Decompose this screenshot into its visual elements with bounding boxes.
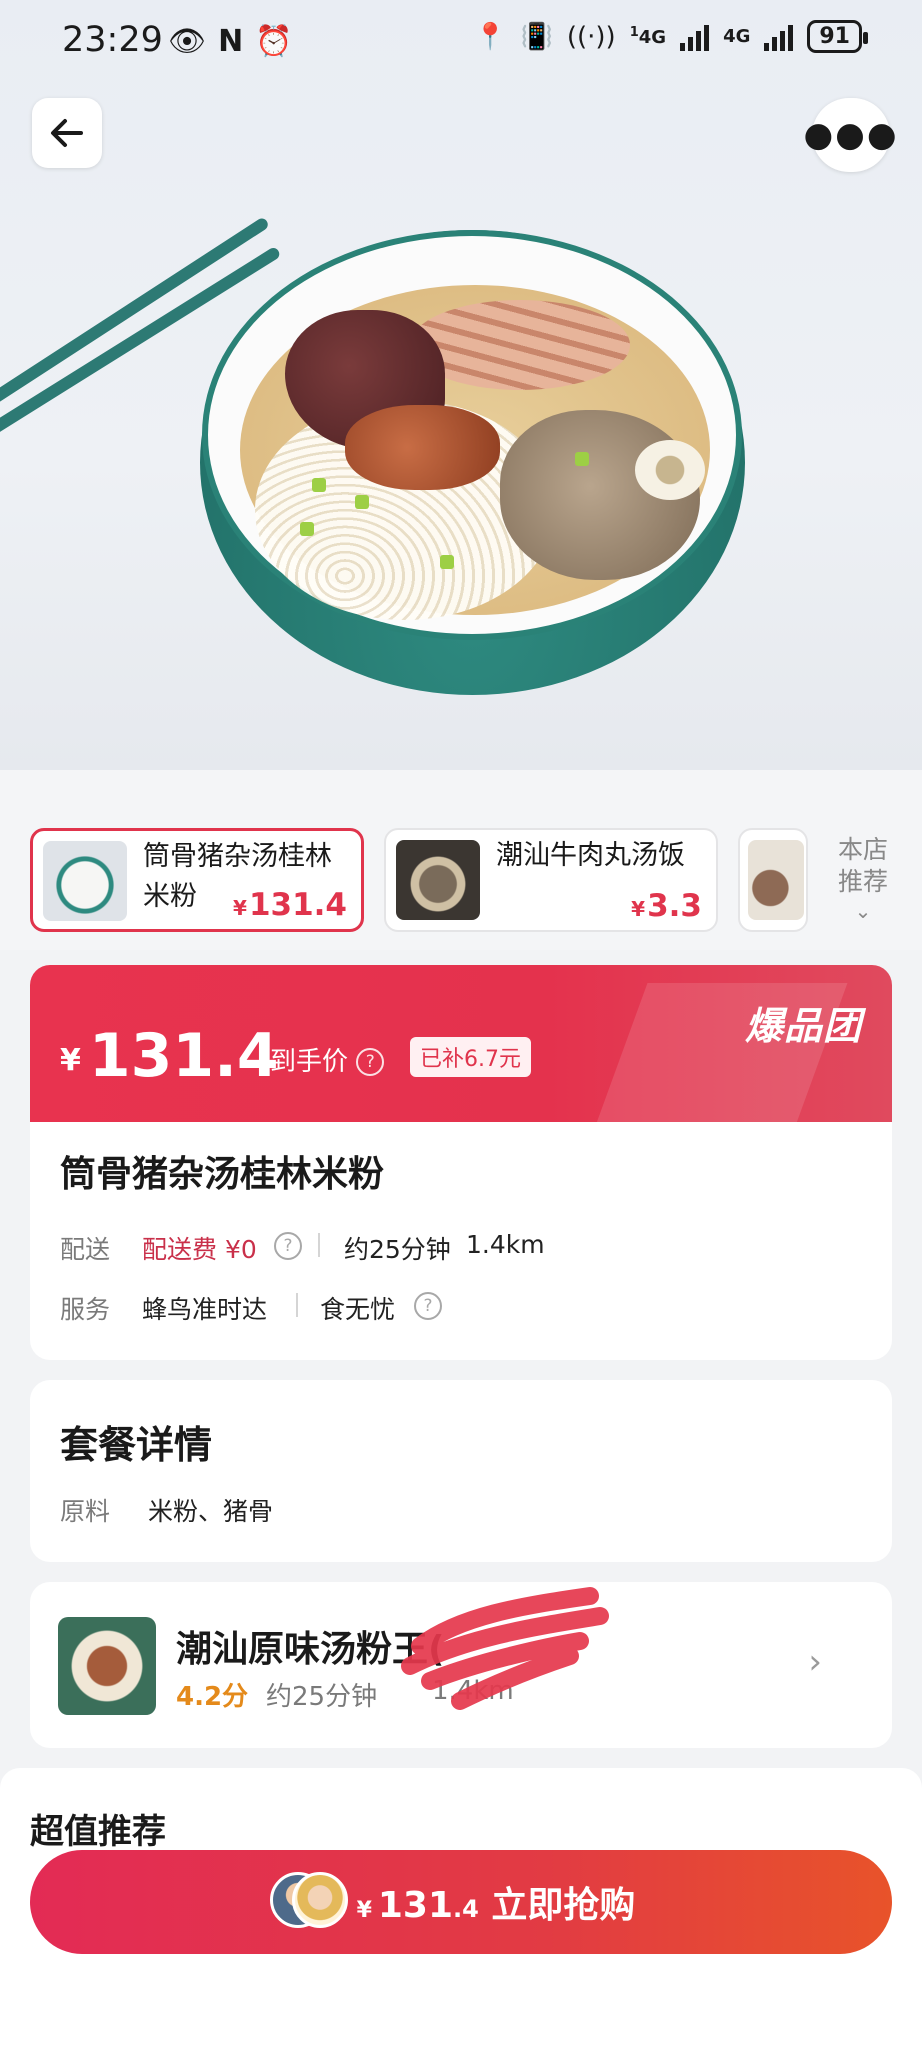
scallion <box>440 555 454 569</box>
delivery-distance: 1.4km <box>466 1230 545 1259</box>
product-thumbnail <box>43 841 127 921</box>
status-icons-right: 📍 📳 ((·)) 14G 4G 91 <box>474 20 868 53</box>
divider <box>318 1233 320 1257</box>
ingredients-value: 米粉、猪骨 <box>148 1497 274 1526</box>
buyer-avatars <box>270 1872 350 1932</box>
ingredients-label: 原料 <box>60 1497 111 1526</box>
shop-thumbnail <box>58 1617 156 1715</box>
divider <box>296 1293 298 1317</box>
nfc-icon: N <box>218 24 244 59</box>
price-label: 到手价 ? <box>270 1041 385 1078</box>
back-button[interactable] <box>32 98 102 168</box>
vibrate-icon: 📳 <box>520 21 553 52</box>
bone <box>635 440 705 500</box>
shop-rating: 4.2分 <box>176 1682 249 1712</box>
service-item: 食无忧 <box>320 1295 396 1324</box>
product-card[interactable] <box>738 828 808 932</box>
product-price: ¥131.4 <box>233 887 347 923</box>
brand-logo: 爆品团 <box>744 1004 862 1048</box>
delivery-fee: 配送费 ¥0 <box>142 1235 257 1264</box>
chevron-down-icon: ⌄ <box>854 899 872 923</box>
scallion <box>312 478 326 492</box>
clock: 23:29 <box>62 20 163 60</box>
price-card: ¥131.4 到手价 ? 已补6.7元 爆品团 筒骨猪杂汤桂林米粉 配送 配送费… <box>30 965 892 1360</box>
shop-delivery-time: 约25分钟 <box>266 1682 378 1712</box>
recommend-title: 超值推荐 <box>30 1812 166 1852</box>
help-icon[interactable]: ? <box>414 1292 442 1320</box>
price-banner: ¥131.4 到手价 ? 已补6.7元 爆品团 <box>30 965 892 1123</box>
avatar <box>292 1872 348 1928</box>
scallion <box>355 495 369 509</box>
service-item: 蜂鸟准时达 <box>142 1295 268 1324</box>
scallion <box>575 452 589 466</box>
hotspot-icon: ((·)) <box>566 21 616 52</box>
status-icons-left: 👁 N ⏰ <box>168 24 293 59</box>
help-icon[interactable]: ? <box>356 1048 385 1076</box>
delivery-time: 约25分钟 <box>344 1235 451 1264</box>
service-label: 服务 <box>60 1295 111 1324</box>
store-recommend-label: 本店推荐 <box>837 835 888 896</box>
scallion <box>300 522 314 536</box>
combo-details-card: 套餐详情 原料 米粉、猪骨 <box>30 1380 892 1562</box>
deal-price: ¥131.4 <box>60 1021 279 1091</box>
delivery-label: 配送 <box>60 1235 111 1264</box>
dish-title: 筒骨猪杂汤桂林米粉 <box>60 1154 385 1195</box>
product-price: ¥3.3 <box>631 888 702 924</box>
intestine <box>345 405 500 490</box>
status-bar: 23:29 👁 N ⏰ 📍 📳 ((·)) 14G 4G 91 <box>0 0 922 86</box>
network-label: 4G <box>723 25 751 47</box>
redaction-scribble <box>401 1587 609 1710</box>
subsidy-badge: 已补6.7元 <box>410 1037 531 1077</box>
network-label: 14G <box>629 25 667 48</box>
product-card[interactable]: 筒骨猪杂汤桂林米粉 ¥131.4 <box>30 828 364 932</box>
combo-title: 套餐详情 <box>60 1423 213 1467</box>
more-icon: ●●● <box>803 115 899 155</box>
signal-icon <box>680 23 710 51</box>
hero-image: 23:29 👁 N ⏰ 📍 📳 ((·)) 14G 4G 91 ●●● <box>0 0 922 770</box>
product-name: 潮汕牛肉丸汤饭 <box>496 840 685 871</box>
product-thumbnail <box>396 840 480 920</box>
buy-now-button[interactable]: ¥131.4 立即抢购 <box>30 1850 892 1954</box>
product-card[interactable]: 潮汕牛肉丸汤饭 ¥3.3 <box>384 828 718 932</box>
more-button[interactable]: ●●● <box>804 98 897 172</box>
store-recommend-toggle[interactable]: 本店推荐 ⌄ <box>830 834 896 924</box>
product-thumbnail <box>748 840 804 920</box>
chevron-right-icon: › <box>808 1642 822 1682</box>
buy-now-label: ¥131.4 立即抢购 <box>356 1885 636 1926</box>
eye-icon: 👁 <box>168 24 207 59</box>
help-icon[interactable]: ? <box>274 1232 302 1260</box>
location-icon: 📍 <box>474 21 507 52</box>
alarm-icon: ⏰ <box>255 24 293 59</box>
signal-icon <box>764 23 794 51</box>
battery-indicator: 91 <box>807 20 868 53</box>
arrow-left-icon <box>51 119 83 147</box>
